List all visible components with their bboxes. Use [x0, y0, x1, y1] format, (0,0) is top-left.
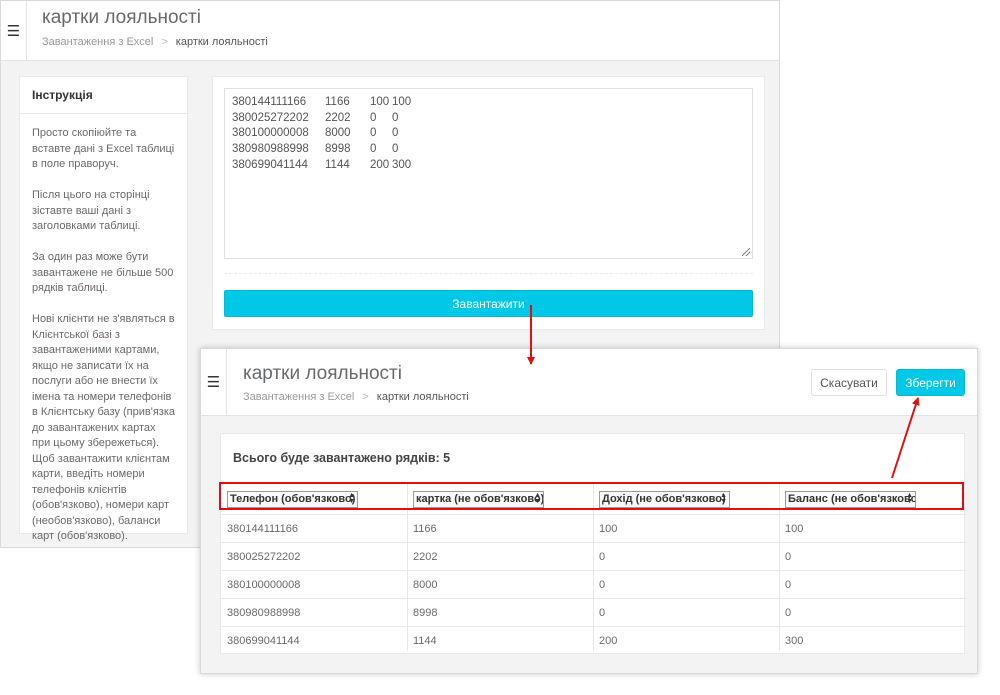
breadcrumb-separator: >	[161, 36, 168, 48]
upload-panel: 380144111166 1166 100 100 380025272202 2202 0…	[212, 76, 765, 330]
textarea-line: 380025272202 2202 0 0	[232, 111, 399, 124]
instruction-paragraph: Нові клієнти не з'являться в Клієнтської…	[32, 313, 176, 542]
instruction-paragraph: Просто скопіюйте та вставте дані з Excel…	[32, 127, 175, 170]
mapping-page-window: ☰ картки лояльності Завантаження з Excel…	[200, 348, 978, 674]
page-title: картки лояльності	[243, 363, 402, 384]
cell-card: 2202	[413, 551, 438, 563]
textarea-line: 380144111166 1166 100 100	[232, 96, 412, 108]
breadcrumb-parent[interactable]: Завантаження з Excel	[42, 36, 153, 48]
upload-button[interactable]: Завантажити	[224, 290, 753, 317]
menu-icon[interactable]: ☰	[1, 1, 27, 60]
cell-income: 0	[599, 607, 606, 619]
highlight-box	[219, 482, 964, 510]
breadcrumb-current: картки лояльності	[376, 391, 469, 403]
cell-balance: 0	[785, 551, 792, 563]
cell-income: 0	[599, 579, 606, 591]
cell-income: 0	[599, 551, 606, 563]
cell-card: 8000	[413, 579, 438, 591]
instruction-paragraph: За один раз може бути завантажене не біл…	[32, 251, 174, 294]
cell-balance: 100	[785, 523, 804, 535]
textarea-line: 380100000008 8000 0 0	[232, 127, 399, 140]
paste-data-textarea[interactable]: 380144111166 1166 100 100 380025272202 2202 0…	[224, 88, 753, 259]
breadcrumb: Завантаження з Excel > картки лояльності	[243, 391, 469, 403]
cell-card: 1166	[413, 523, 437, 535]
textarea-line: 380699041144 1144 200 300	[232, 158, 412, 171]
page-header: ☰ картки лояльності Завантаження з Excel…	[201, 349, 977, 416]
cell-phone: 380100000008	[227, 579, 301, 591]
divider	[224, 273, 753, 274]
cell-balance: 300	[785, 635, 804, 647]
breadcrumb-parent[interactable]: Завантаження з Excel	[243, 391, 354, 403]
save-button[interactable]: Зберегти	[896, 369, 965, 396]
textarea-line: 380980988998 8998 0 0	[232, 143, 399, 156]
instructions-heading: Інструкція	[20, 77, 187, 114]
cell-card: 8998	[413, 607, 438, 619]
cell-balance: 0	[785, 607, 792, 619]
menu-icon[interactable]: ☰	[201, 349, 227, 415]
breadcrumb: Завантаження з Excel > картки лояльності	[42, 36, 268, 48]
breadcrumb-current: картки лояльності	[175, 36, 268, 48]
page-header: ☰ картки лояльності Завантаження з Excel…	[1, 1, 779, 61]
resize-grip-icon[interactable]	[742, 248, 750, 256]
instructions-body: Просто скопіюйте та вставте дані з Excel…	[20, 114, 187, 545]
breadcrumb-separator: >	[362, 391, 369, 403]
cell-phone: 380980988998	[227, 607, 301, 619]
cell-phone: 380699041144	[227, 635, 300, 647]
total-rows-label: Всього буде завантажено рядків: 5	[233, 451, 451, 465]
cell-phone: 380144111166	[227, 523, 298, 535]
cell-income: 200	[599, 635, 618, 647]
mapping-panel: Всього буде завантажено рядків: 5 Телефо…	[220, 433, 966, 654]
cell-card: 1144	[413, 635, 437, 647]
cancel-button[interactable]: Скасувати	[811, 369, 887, 396]
cell-balance: 0	[785, 579, 792, 591]
cell-income: 100	[599, 523, 618, 535]
page-title: картки лояльності	[42, 7, 201, 28]
instruction-paragraph: Після цього на сторінці зіставте ваші да…	[32, 189, 150, 232]
instructions-panel: Інструкція Просто скопіюйте та вставте д…	[19, 76, 188, 542]
cell-phone: 380025272202	[227, 551, 301, 563]
